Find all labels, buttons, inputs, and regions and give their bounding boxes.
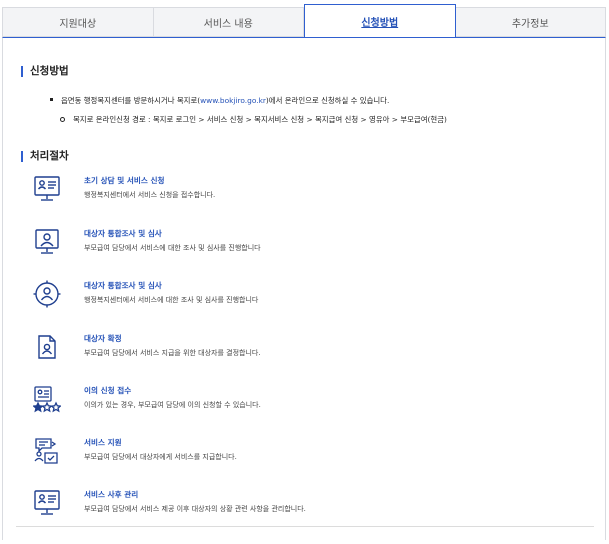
process-step: 서비스 지원 부모급여 담당에서 대상자에게 서비스를 지급합니다. — [33, 437, 573, 477]
step-title: 초기 상담 및 서비스 신청 — [84, 176, 165, 185]
apply-bullet-prefix: 읍면동 행정복지센터를 방문하시거나 복지로( — [61, 96, 201, 105]
step-title: 대상자 확정 — [84, 334, 122, 343]
step-desc: 행정복지센터에서 서비스 신청을 접수합니다. — [84, 191, 216, 199]
bokjiro-link[interactable]: www.bokjiro.go.kr — [200, 96, 266, 105]
consult-monitor-icon — [33, 175, 61, 203]
step-desc: 부모급여 담당에서 서비스 지급을 위한 대상자를 결정합니다. — [84, 349, 261, 357]
tab-eligibility[interactable]: 지원대상 — [2, 7, 154, 37]
tab-label: 추가정보 — [511, 18, 549, 30]
step-desc: 부모급여 담당에서 대상자에게 서비스를 지급합니다. — [84, 453, 237, 461]
section-title-process: 처리절차 — [21, 151, 69, 162]
step-desc: 이의가 있는 경우, 부모급여 담당에 이의 신청할 수 있습니다. — [84, 401, 261, 409]
apply-sub-bullet: 복지로 온라인신청 경로 : 복지로 로그인 > 서비스 신청 > 복지서비스 … — [73, 115, 447, 124]
step-desc: 행정복지센터에서 서비스에 대한 조사 및 심사를 진행합니다 — [84, 296, 259, 304]
process-step: 대상자 확정 부모급여 담당에서 서비스 지급을 위한 대상자를 결정합니다. — [33, 333, 573, 373]
consult-monitor-icon — [33, 489, 61, 517]
process-step: 대상자 통합조사 및 심사 부모급여 담당에서 서비스에 대한 조사 및 심사를… — [33, 228, 573, 268]
tab-additional-info[interactable]: 추가정보 — [455, 7, 606, 37]
rating-stars-icon — [33, 385, 61, 413]
apply-bullet-suffix: )에서 온라인으로 신청하실 수 있습니다. — [265, 96, 390, 105]
person-screen-icon — [33, 228, 61, 256]
step-title: 서비스 사후 관리 — [84, 490, 139, 499]
divider — [16, 526, 594, 527]
step-title: 서비스 지원 — [84, 438, 122, 447]
apply-bullet: 읍면동 행정복지센터를 방문하시거나 복지로(www.bokjiro.go.kr… — [61, 95, 389, 106]
step-desc: 부모급여 담당에서 서비스 제공 이후 대상자의 상황 관련 사항을 관리합니다… — [84, 505, 306, 513]
process-step: 초기 상담 및 서비스 신청 행정복지센터에서 서비스 신청을 접수합니다. — [33, 175, 573, 215]
step-desc: 부모급여 담당에서 서비스에 대한 조사 및 심사를 진행합니다 — [84, 244, 261, 252]
tab-label: 신청방법 — [361, 17, 399, 29]
tab-how-to-apply[interactable]: 신청방법 — [304, 4, 456, 37]
step-title: 대상자 통합조사 및 심사 — [84, 281, 162, 290]
service-support-icon — [33, 437, 61, 465]
process-step: 서비스 사후 관리 부모급여 담당에서 서비스 제공 이후 대상자의 상황 관련… — [33, 489, 573, 529]
process-step: 대상자 통합조사 및 심사 행정복지센터에서 서비스에 대한 조사 및 심사를 … — [33, 280, 573, 320]
tab-label: 서비스 내용 — [203, 18, 253, 30]
tab-bar: 지원대상 서비스 내용 신청방법 추가정보 — [2, 4, 606, 38]
tab-service-content[interactable]: 서비스 내용 — [153, 7, 304, 37]
document-person-icon — [33, 333, 61, 361]
step-title: 대상자 통합조사 및 심사 — [84, 229, 162, 238]
tab-label: 지원대상 — [59, 18, 97, 30]
bullet-circle-icon — [60, 117, 65, 122]
step-title: 이의 신청 접수 — [84, 386, 132, 395]
person-target-icon — [33, 280, 61, 308]
process-step: 이의 신청 접수 이의가 있는 경우, 부모급여 담당에 이의 신청할 수 있습… — [33, 385, 573, 425]
bullet-square-icon — [50, 98, 53, 101]
section-title-apply: 신청방법 — [21, 66, 69, 77]
